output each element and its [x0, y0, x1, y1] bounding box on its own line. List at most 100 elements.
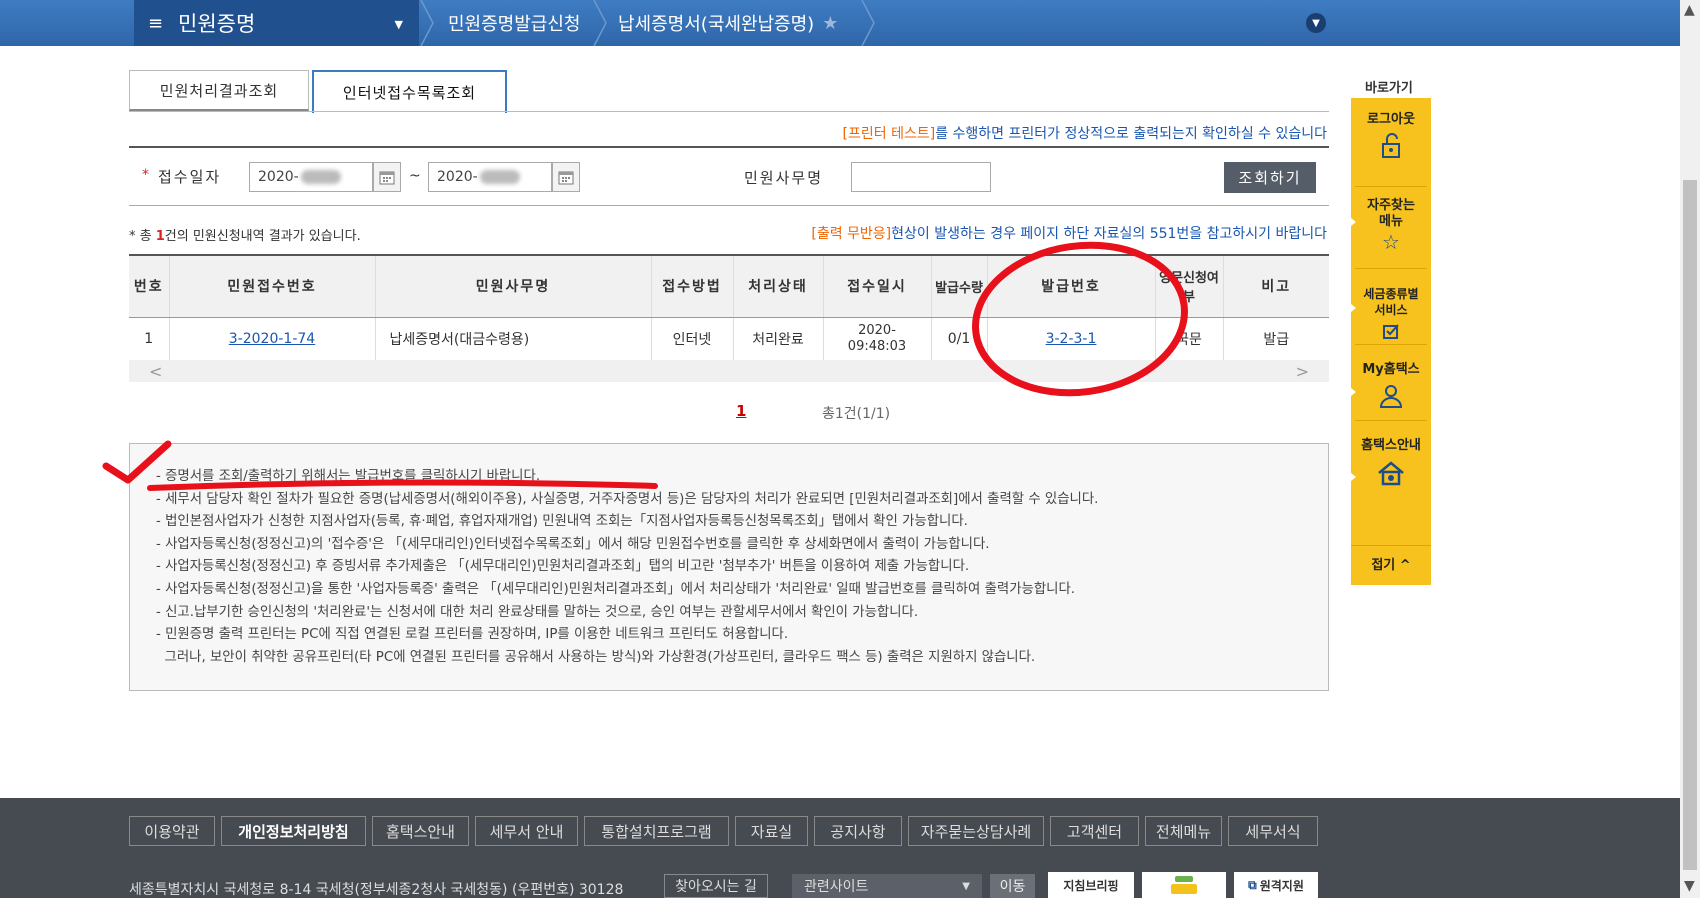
issue-number-link[interactable]: 3-2-3-1 — [1046, 331, 1097, 347]
hamburger-icon: ≡ — [148, 12, 164, 34]
tab-result-inquiry[interactable]: 민원처리결과조회 — [129, 70, 309, 111]
table-header-row: 번호 민원접수번호 민원사무명 접수방법 처리상태 접수일시 발급수량 발급번호… — [129, 254, 1329, 318]
notice-line: 그러나, 보안이 취약한 공유프린터(타 PC에 연결된 프린터를 공유해서 사… — [156, 649, 1036, 665]
receipt-number-link[interactable]: 3-2020-1-74 — [229, 331, 315, 347]
footer-link-label: 자료실 — [750, 822, 793, 841]
quick-item-label: 로그아웃 — [1367, 112, 1415, 127]
date-range-tilde: ~ — [409, 168, 421, 184]
cell-received-at: 2020- 09:48:03 — [822, 317, 931, 362]
quick-item-logout[interactable]: 로그아웃 — [1351, 108, 1431, 166]
column-header: 민원접수번호 — [168, 254, 375, 318]
breadcrumb-separator — [860, 0, 876, 46]
footer-link-faq[interactable]: 자주묻는상담사례 — [908, 816, 1044, 846]
cell-service-name: 납세증명서(대금수령용) — [374, 317, 651, 362]
date-from-input[interactable]: 2020- — [249, 162, 373, 192]
footer-link-hometax-guide[interactable]: 홈택스안내 — [372, 816, 469, 846]
expand-menu-icon[interactable]: ▼ — [1306, 13, 1326, 33]
banner-remote-support[interactable]: ⧉ 원격지원 — [1234, 872, 1318, 898]
quick-pointer-icon — [1351, 473, 1356, 481]
footer-link-label: 자주묻는상담사례 — [920, 822, 1032, 841]
home-guide-icon — [1351, 457, 1431, 496]
date-to-input[interactable]: 2020- — [428, 162, 552, 192]
required-mark: * — [142, 167, 149, 183]
table-horizontal-scrollbar[interactable]: < > — [129, 360, 1329, 382]
page: ≡ 민원증명 ▼ 민원증명발급신청 납세증명서(국세완납증명) ★ ▼ 민원처리… — [0, 0, 1700, 898]
scroll-left-icon[interactable]: < — [149, 362, 162, 381]
result-count: * 총 1건의 민원신청내역 결과가 있습니다. — [129, 225, 361, 244]
main-menu-button[interactable]: ≡ 민원증명 ▼ — [134, 0, 419, 46]
notice-line: - 증명서를 조회/출력하기 위해서는 발급번호를 클릭하시기 바랍니다. — [156, 469, 541, 484]
quick-item-my-hometax[interactable]: My홈택스 — [1351, 358, 1431, 416]
quick-item-label: 세금종류별 서비스 — [1363, 287, 1419, 317]
quick-item-label: My홈택스 — [1362, 362, 1420, 377]
footer-link-label: 개인정보처리방침 — [238, 822, 349, 841]
quick-item-hometax-guide[interactable]: 홈택스안내 — [1351, 434, 1431, 496]
column-header: 번호 — [129, 254, 169, 318]
quick-item-favorites[interactable]: 자주찾는 메뉴 ☆ — [1351, 198, 1431, 254]
no-response-notice: [출력 무반응]현상이 발생하는 경우 페이지 하단 자료실의 551번을 참고… — [811, 223, 1327, 243]
star-outline-icon: ☆ — [1382, 230, 1400, 254]
tab-divider — [129, 111, 1329, 112]
chevron-down-icon: ▼ — [394, 18, 403, 31]
footer-link-label: 공지사항 — [830, 822, 886, 841]
scroll-down-icon[interactable]: ▼ — [1684, 878, 1695, 894]
tab-internet-receipt-list[interactable]: 인터넷접수목록조회 — [312, 70, 507, 113]
quick-item-label: 홈택스안내 — [1361, 438, 1421, 453]
footer-link-label: 이용약관 — [144, 822, 200, 841]
breadcrumb-item-issue-request[interactable]: 민원증명발급신청 — [448, 0, 580, 46]
footer-link-all-menu[interactable]: 전체메뉴 — [1145, 816, 1222, 846]
calendar-icon[interactable] — [552, 162, 580, 192]
related-sites-label: 관련사이트 — [804, 879, 869, 895]
notice-line: - 사업자등록신청(정정신고)의 '접수증'은 「(세무대리인)인터넷접수목록조… — [156, 536, 990, 552]
breadcrumb-label: 민원증명발급신청 — [448, 14, 581, 35]
breadcrumb-item-current[interactable]: 납세증명서(국세완납증명) ★ — [618, 0, 838, 46]
banner-logo[interactable] — [1142, 872, 1226, 898]
footer-link-label: 전체메뉴 — [1155, 822, 1212, 841]
footer-link-customer-center[interactable]: 고객센터 — [1050, 816, 1139, 846]
banner-policy-briefing[interactable]: 지침브리핑 — [1048, 872, 1134, 898]
fold-button[interactable]: 접기 ^ — [1351, 545, 1431, 585]
footer-link-notice[interactable]: 공지사항 — [814, 816, 902, 846]
scroll-thumb[interactable] — [1683, 180, 1697, 870]
cell-status: 처리완료 — [732, 317, 823, 362]
find-way-button[interactable]: 찾아오시는 길 — [664, 874, 768, 898]
footer-link-tax-forms[interactable]: 세무서식 — [1228, 816, 1318, 846]
result-count-number: 1 — [155, 229, 165, 244]
no-response-link[interactable]: [출력 무반응] — [811, 226, 891, 242]
notice-line: - 법인본점사업자가 신청한 지점사업자(등록, 휴·폐업, 휴업자재개업) 민… — [156, 514, 968, 530]
cell-receipt-no: 3-2020-1-74 — [168, 317, 375, 362]
footer-link-tax-office[interactable]: 세무서 안내 — [475, 816, 578, 846]
scroll-up-icon[interactable]: ▲ — [1684, 2, 1695, 18]
footer-link-install-program[interactable]: 통합설치프로그램 — [584, 816, 729, 846]
related-sites-select[interactable]: 관련사이트 ▼ — [792, 874, 982, 898]
date-from-value: 2020- — [258, 169, 299, 185]
footer-link-terms[interactable]: 이용약관 — [129, 816, 215, 846]
footer-link-privacy[interactable]: 개인정보처리방침 — [221, 816, 366, 846]
calendar-icon[interactable] — [373, 162, 401, 192]
quick-pointer-icon — [1351, 304, 1356, 312]
footer-address: 세종특별자치시 국세청로 8-14 국세청(정부세종2청사 국세청동) (우편번… — [129, 882, 624, 898]
move-button[interactable]: 이동 — [990, 874, 1035, 898]
person-icon — [1351, 381, 1431, 416]
search-button[interactable]: 조회하기 — [1224, 162, 1316, 193]
page-vertical-scrollbar[interactable]: ▲ ▼ — [1680, 0, 1700, 898]
cell-issue-no: 3-2-3-1 — [986, 317, 1155, 362]
scroll-right-icon[interactable]: > — [1296, 362, 1309, 381]
cell-no: 1 — [129, 317, 169, 362]
result-prefix: * 총 — [129, 229, 156, 244]
star-icon[interactable]: ★ — [822, 13, 838, 34]
banner-label: 원격지원 — [1259, 878, 1304, 893]
column-header: 처리상태 — [732, 254, 823, 318]
column-header: 접수방법 — [650, 254, 733, 318]
find-way-label: 찾아오시는 길 — [675, 879, 757, 895]
breadcrumb-separator — [419, 0, 435, 46]
printer-test-link[interactable]: [프린터 테스트] — [843, 126, 936, 142]
footer-link-label: 통합설치프로그램 — [601, 822, 712, 841]
quick-pointer-icon — [1351, 388, 1356, 396]
quick-item-tax-service[interactable]: 세금종류별 서비스 — [1351, 286, 1431, 341]
page-link-current[interactable]: 1 — [736, 402, 746, 420]
footer-link-label: 세무서식 — [1245, 822, 1301, 841]
service-name-input[interactable] — [851, 162, 991, 192]
quick-item-label: 자주찾는 메뉴 — [1367, 198, 1415, 229]
footer-link-library[interactable]: 자료실 — [735, 816, 808, 846]
